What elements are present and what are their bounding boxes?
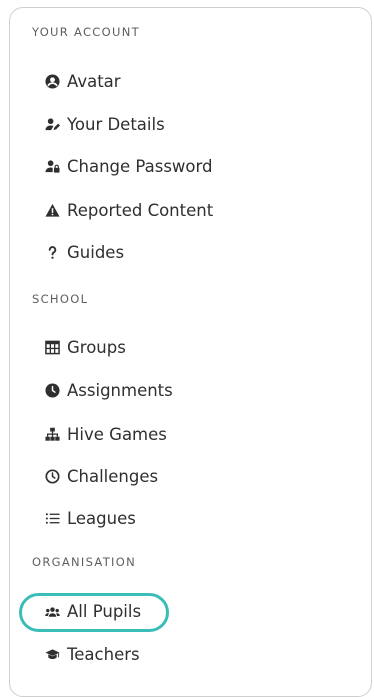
list-icon [44, 510, 61, 527]
question-mark-icon [44, 244, 61, 261]
section-heading-school: SCHOOL [32, 292, 89, 306]
section-heading-your-account: YOUR ACCOUNT [32, 25, 140, 39]
menu-item-your-details[interactable]: Your Details [44, 111, 165, 137]
menu-item-guides[interactable]: Guides [44, 239, 124, 265]
user-edit-icon [44, 116, 61, 133]
users-icon [44, 603, 61, 620]
menu-item-change-password[interactable]: Change Password [44, 153, 213, 179]
menu-item-label: Teachers [67, 644, 140, 664]
menu-item-label: Your Details [67, 114, 165, 134]
menu-item-leagues[interactable]: Leagues [44, 505, 136, 531]
menu-item-label: Groups [67, 337, 126, 357]
clock-filled-icon [44, 382, 61, 399]
menu-item-label: Challenges [67, 466, 159, 486]
menu-item-label: All Pupils [67, 601, 142, 621]
menu-item-label: Guides [67, 242, 125, 262]
menu-item-teachers[interactable]: Teachers [44, 641, 140, 667]
clock-outline-icon [44, 468, 61, 485]
menu-item-label: Assignments [67, 380, 173, 400]
menu-item-challenges[interactable]: Challenges [44, 463, 158, 489]
user-lock-icon [44, 158, 61, 175]
section-heading-organisation: ORGANISATION [32, 555, 136, 569]
menu-item-label: Avatar [67, 71, 121, 91]
sitemap-icon [44, 426, 61, 443]
warning-triangle-icon [44, 202, 61, 219]
menu-item-groups[interactable]: Groups [44, 334, 126, 360]
menu-item-label: Reported Content [67, 200, 214, 220]
menu-item-assignments[interactable]: Assignments [44, 377, 173, 403]
menu-item-hive-games[interactable]: Hive Games [44, 421, 167, 447]
menu-item-label: Hive Games [67, 424, 167, 444]
menu-item-avatar[interactable]: Avatar [44, 68, 121, 94]
user-circle-icon [44, 73, 61, 90]
menu-item-label: Leagues [67, 508, 136, 528]
table-grid-icon [44, 339, 61, 356]
graduation-cap-icon [44, 646, 61, 663]
menu-item-reported-content[interactable]: Reported Content [44, 197, 213, 223]
menu-item-all-pupils[interactable]: All Pupils [44, 598, 141, 624]
menu-item-label: Change Password [67, 156, 213, 176]
settings-sidebar-panel: YOUR ACCOUNT Avatar Your Details Change … [9, 7, 372, 697]
